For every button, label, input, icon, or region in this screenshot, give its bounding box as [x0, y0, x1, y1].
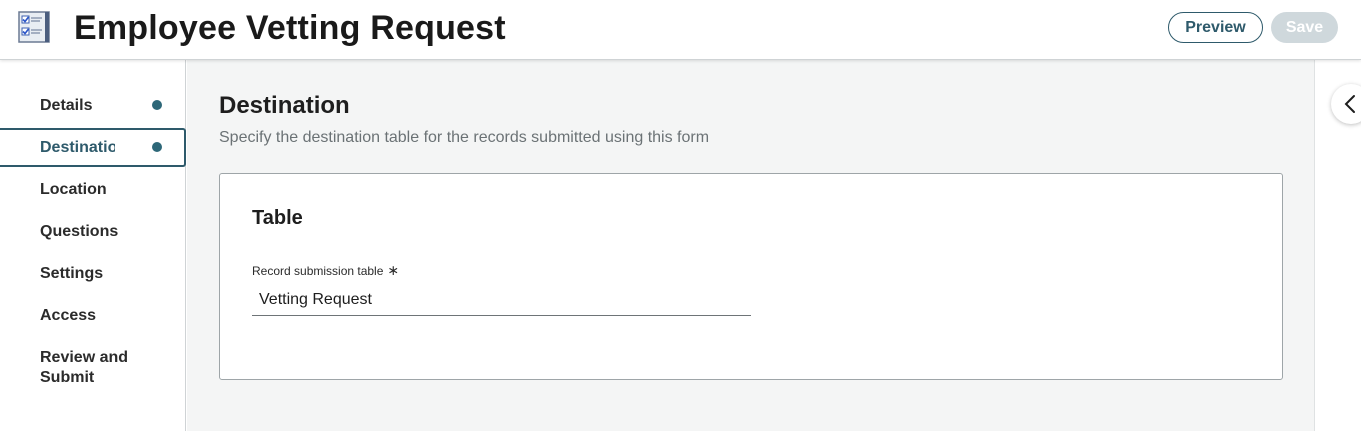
field-label: Record submission table ∗	[252, 262, 399, 279]
right-panel	[1314, 60, 1361, 431]
required-asterisk-icon: ∗	[387, 262, 400, 278]
sidebar-item-questions[interactable]: Questions	[0, 214, 186, 250]
page-title: Employee Vetting Request	[74, 9, 506, 47]
collapse-panel-button[interactable]	[1331, 84, 1361, 124]
sidebar-item-label: Access	[40, 307, 97, 324]
sidebar-item-location[interactable]: Location	[0, 172, 186, 208]
field-label-text: Record submission table	[252, 264, 384, 278]
sidebar-nav: Details Destination Location Questions S…	[0, 60, 186, 431]
sidebar-item-label: Details	[40, 97, 93, 114]
card-title: Table	[252, 207, 303, 229]
section-title: Destination	[219, 92, 350, 119]
sidebar-item-label: Destination	[40, 139, 115, 156]
record-submission-table-input[interactable]	[252, 285, 751, 316]
checklist-form-icon	[18, 11, 50, 43]
sidebar-item-label: Questions	[40, 223, 119, 240]
save-button[interactable]: Save	[1271, 12, 1338, 43]
sidebar-item-label: Review and Submit	[40, 349, 129, 386]
preview-button[interactable]: Preview	[1168, 12, 1263, 43]
chevron-left-icon	[1343, 94, 1357, 119]
table-card: Table Record submission table ∗	[219, 173, 1283, 380]
sidebar-item-destination[interactable]: Destination	[0, 128, 186, 167]
section-description: Specify the destination table for the re…	[219, 129, 710, 146]
status-dot-icon	[152, 100, 162, 110]
sidebar-item-label: Location	[40, 181, 107, 198]
sidebar-item-details[interactable]: Details	[0, 88, 186, 124]
sidebar-item-review-and-submit[interactable]: Review and Submit	[0, 342, 186, 392]
status-dot-icon	[152, 142, 162, 152]
app-header: Employee Vetting Request Preview Save	[0, 0, 1361, 60]
sidebar-item-label: Settings	[40, 265, 104, 282]
sidebar-item-access[interactable]: Access	[0, 298, 186, 334]
main-content: Destination Specify the destination tabl…	[187, 60, 1314, 431]
sidebar-item-settings[interactable]: Settings	[0, 256, 186, 292]
